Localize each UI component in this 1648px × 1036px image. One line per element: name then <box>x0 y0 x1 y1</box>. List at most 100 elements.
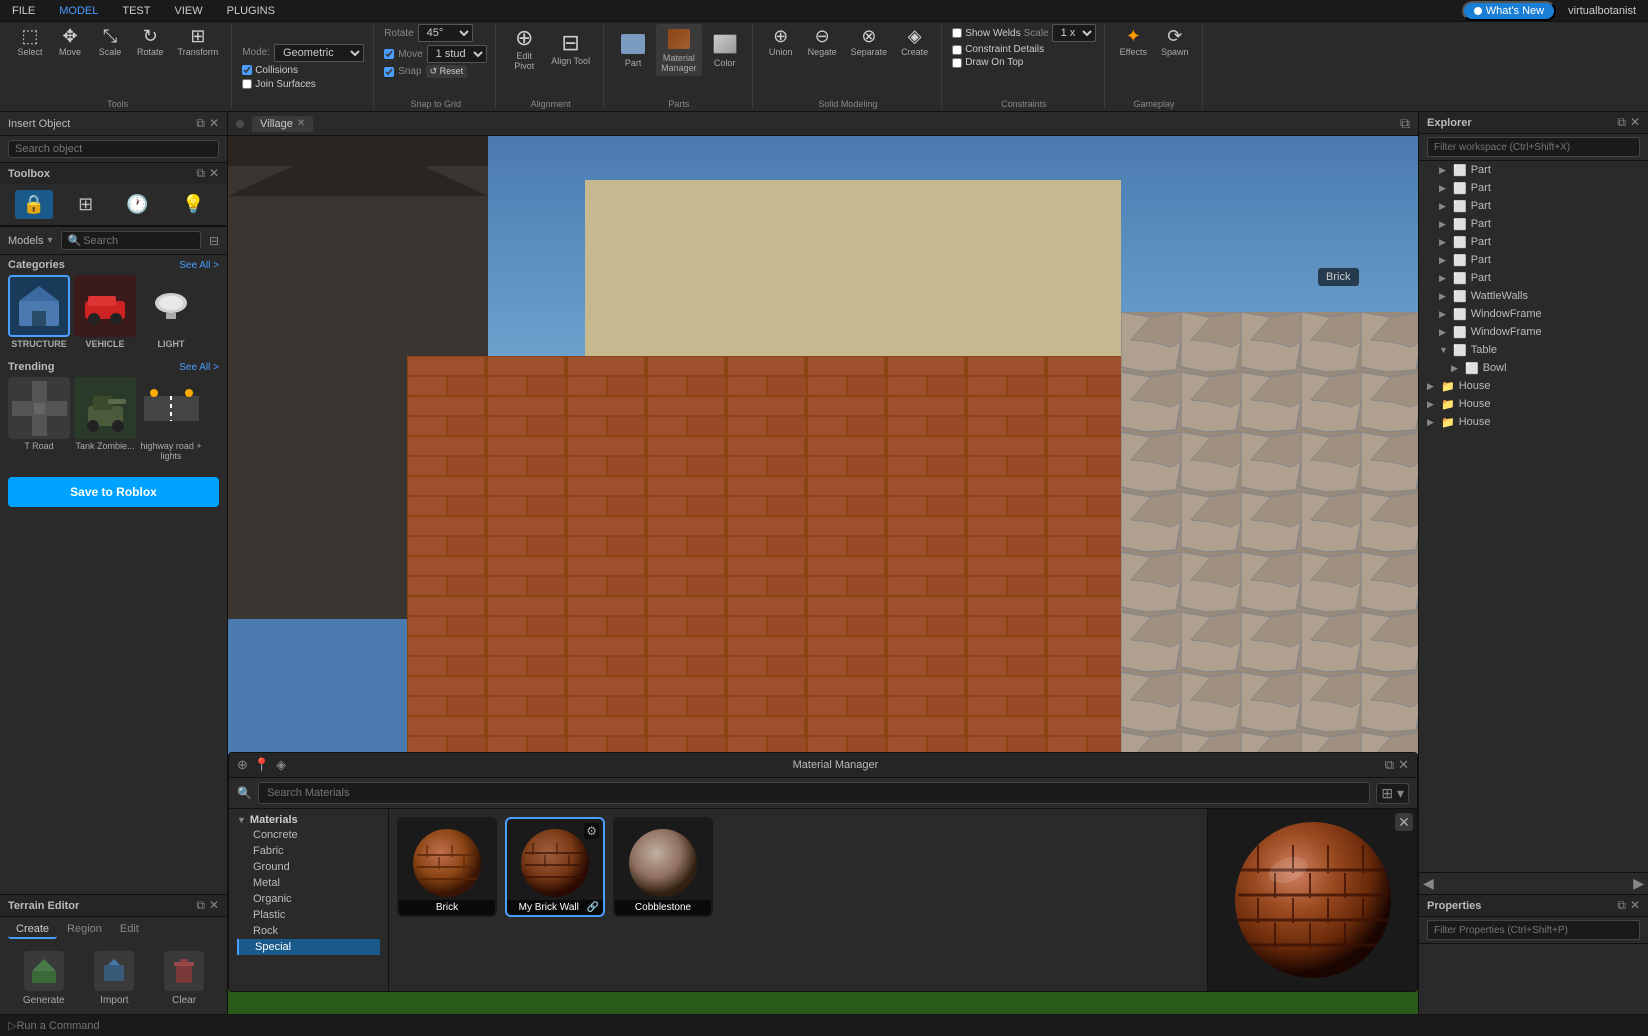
join-surfaces-checkbox[interactable] <box>242 79 252 89</box>
toolbox-clock-icon[interactable]: 🕐 <box>118 190 156 219</box>
menu-item-file[interactable]: FILE <box>8 3 39 19</box>
rotate-select[interactable]: 45° <box>418 24 473 42</box>
mm-cat-organic[interactable]: Organic <box>237 891 380 907</box>
models-dropdown-arrow[interactable]: ▾ <box>47 235 52 246</box>
models-search-input[interactable] <box>83 235 194 247</box>
terrain-expand-icon[interactable]: ⧉ <box>196 898 205 913</box>
properties-close-icon[interactable]: ✕ <box>1630 898 1640 913</box>
see-all-trending[interactable]: See All > <box>179 362 219 373</box>
command-input[interactable] <box>16 1020 1640 1032</box>
tree-item-part-3[interactable]: ▶ ⬜ Part <box>1419 197 1648 215</box>
tree-item-table[interactable]: ▼ ⬜ Table <box>1419 341 1648 359</box>
rotate-button[interactable]: ↻ Rotate <box>132 24 169 60</box>
terrain-tab-create[interactable]: Create <box>8 921 57 939</box>
mm-material-brick[interactable]: Brick <box>397 817 497 917</box>
color-button[interactable]: Color <box>706 29 744 71</box>
see-all-categories[interactable]: See All > <box>179 260 219 271</box>
models-search-box[interactable]: 🔍 <box>61 231 201 250</box>
toolbox-lock-icon[interactable]: 🔒 <box>15 190 53 219</box>
properties-expand-icon[interactable]: ⧉ <box>1617 898 1626 913</box>
mm-diamond-icon[interactable]: ◈ <box>276 757 286 773</box>
mode-select[interactable]: Geometric <box>274 44 364 62</box>
tree-item-part-1[interactable]: ▶ ⬜ Part <box>1419 161 1648 179</box>
tree-item-part-5[interactable]: ▶ ⬜ Part <box>1419 233 1648 251</box>
category-structure[interactable]: STRUCTURE <box>8 275 70 349</box>
menu-item-plugins[interactable]: PLUGINS <box>223 3 279 19</box>
tree-item-house-2[interactable]: ▶ 📁 House <box>1419 395 1648 413</box>
mm-my-brick-wall-settings[interactable]: ⚙ <box>584 823 599 839</box>
mm-grid-view-button[interactable]: ⊞ ▾ <box>1376 783 1409 804</box>
mm-search-input[interactable] <box>258 782 1370 804</box>
toolbox-lightbulb-icon[interactable]: 💡 <box>174 190 212 219</box>
trending-highway[interactable]: highway road + lights <box>140 377 202 461</box>
whats-new-button[interactable]: What's New <box>1462 1 1556 21</box>
filter-icon[interactable]: ⊟ <box>209 234 219 248</box>
mm-cat-rock[interactable]: Rock <box>237 923 380 939</box>
insert-search-box[interactable] <box>8 140 219 158</box>
align-tool-button[interactable]: ⊟ Align Tool <box>546 29 595 69</box>
create-solid-button[interactable]: ◈ Create <box>896 24 933 60</box>
part-button[interactable]: Part <box>614 29 652 71</box>
tree-item-part-7[interactable]: ▶ ⬜ Part <box>1419 269 1648 287</box>
mm-material-cobblestone[interactable]: Cobblestone <box>613 817 713 917</box>
trending-t-road[interactable]: T Road <box>8 377 70 461</box>
scale-select[interactable]: 1 x <box>1052 24 1096 42</box>
tree-item-windowframe-1[interactable]: ▶ ⬜ WindowFrame <box>1419 305 1648 323</box>
toolbox-grid-icon[interactable]: ⊞ <box>70 190 101 219</box>
explorer-close-icon[interactable]: ✕ <box>1630 115 1640 130</box>
move-select[interactable]: 1 studs <box>427 45 487 63</box>
mm-add-icon[interactable]: ⊕ <box>237 757 248 773</box>
mm-cat-metal[interactable]: Metal <box>237 875 380 891</box>
effects-button[interactable]: ✦ Effects <box>1115 24 1152 60</box>
union-button[interactable]: ⊕ Union <box>763 24 799 60</box>
toolbox-close-icon[interactable]: ✕ <box>209 166 219 181</box>
village-tab-close[interactable]: ✕ <box>297 118 305 129</box>
collisions-checkbox[interactable] <box>242 65 252 75</box>
tree-item-part-6[interactable]: ▶ ⬜ Part <box>1419 251 1648 269</box>
trending-tank-zombie[interactable]: Tank Zombie... <box>74 377 136 461</box>
tree-item-house-3[interactable]: ▶ 📁 House <box>1419 413 1648 431</box>
mm-cat-special[interactable]: Special <box>237 939 380 955</box>
menu-item-view[interactable]: VIEW <box>170 3 206 19</box>
menu-item-model[interactable]: MODEL <box>55 3 102 19</box>
mm-cat-ground[interactable]: Ground <box>237 859 380 875</box>
terrain-tab-region[interactable]: Region <box>59 921 110 939</box>
mm-cat-plastic[interactable]: Plastic <box>237 907 380 923</box>
negate-button[interactable]: ⊖ Negate <box>803 24 842 60</box>
menu-item-test[interactable]: TEST <box>118 3 154 19</box>
mm-expand-icon[interactable]: ⧉ <box>1385 757 1394 773</box>
tree-item-wattlewalls[interactable]: ▶ ⬜ WattleWalls <box>1419 287 1648 305</box>
scale-button[interactable]: ⤡ Scale <box>92 24 128 60</box>
tree-item-windowframe-2[interactable]: ▶ ⬜ WindowFrame <box>1419 323 1648 341</box>
transform-button[interactable]: ⊞ Transform <box>173 24 224 60</box>
terrain-generate-action[interactable]: Generate <box>23 951 65 1006</box>
material-manager-button[interactable]: MaterialManager <box>656 24 702 76</box>
terrain-clear-action[interactable]: Clear <box>164 951 204 1006</box>
village-tab[interactable]: Village ✕ <box>252 116 313 132</box>
tree-item-part-2[interactable]: ▶ ⬜ Part <box>1419 179 1648 197</box>
mm-material-my-brick-wall[interactable]: ⚙ <box>505 817 605 917</box>
tree-scroll-right[interactable]: ▶ <box>1633 875 1644 892</box>
category-vehicle[interactable]: VEHICLE <box>74 275 136 349</box>
tree-item-house-1[interactable]: ▶ 📁 House <box>1419 377 1648 395</box>
snap-checkbox[interactable] <box>384 67 394 77</box>
category-light[interactable]: LIGHT <box>140 275 202 349</box>
mm-materials-header[interactable]: ▼ Materials <box>237 813 380 827</box>
terrain-tab-edit[interactable]: Edit <box>112 921 147 939</box>
insert-search-input[interactable] <box>15 143 212 155</box>
constraint-details-checkbox[interactable] <box>952 45 962 55</box>
properties-filter-input[interactable] <box>1427 920 1640 940</box>
insert-expand-icon[interactable]: ⧉ <box>196 116 205 131</box>
draw-on-top-checkbox[interactable] <box>952 58 962 68</box>
terrain-close-icon[interactable]: ✕ <box>209 898 219 913</box>
edit-pivot-button[interactable]: ⊕ EditPivot <box>506 24 542 74</box>
explorer-filter-input[interactable] <box>1427 137 1640 157</box>
mm-cat-fabric[interactable]: Fabric <box>237 843 380 859</box>
viewport-expand-icon[interactable]: ⧉ <box>1400 115 1410 132</box>
explorer-expand-icon[interactable]: ⧉ <box>1617 115 1626 130</box>
tree-item-part-4[interactable]: ▶ ⬜ Part <box>1419 215 1648 233</box>
mm-close-icon[interactable]: ✕ <box>1398 757 1409 773</box>
spawn-button[interactable]: ⟳ Spawn <box>1156 24 1194 60</box>
mm-location-icon[interactable]: 📍 <box>254 757 270 773</box>
move-button[interactable]: ✥ Move <box>52 24 88 60</box>
